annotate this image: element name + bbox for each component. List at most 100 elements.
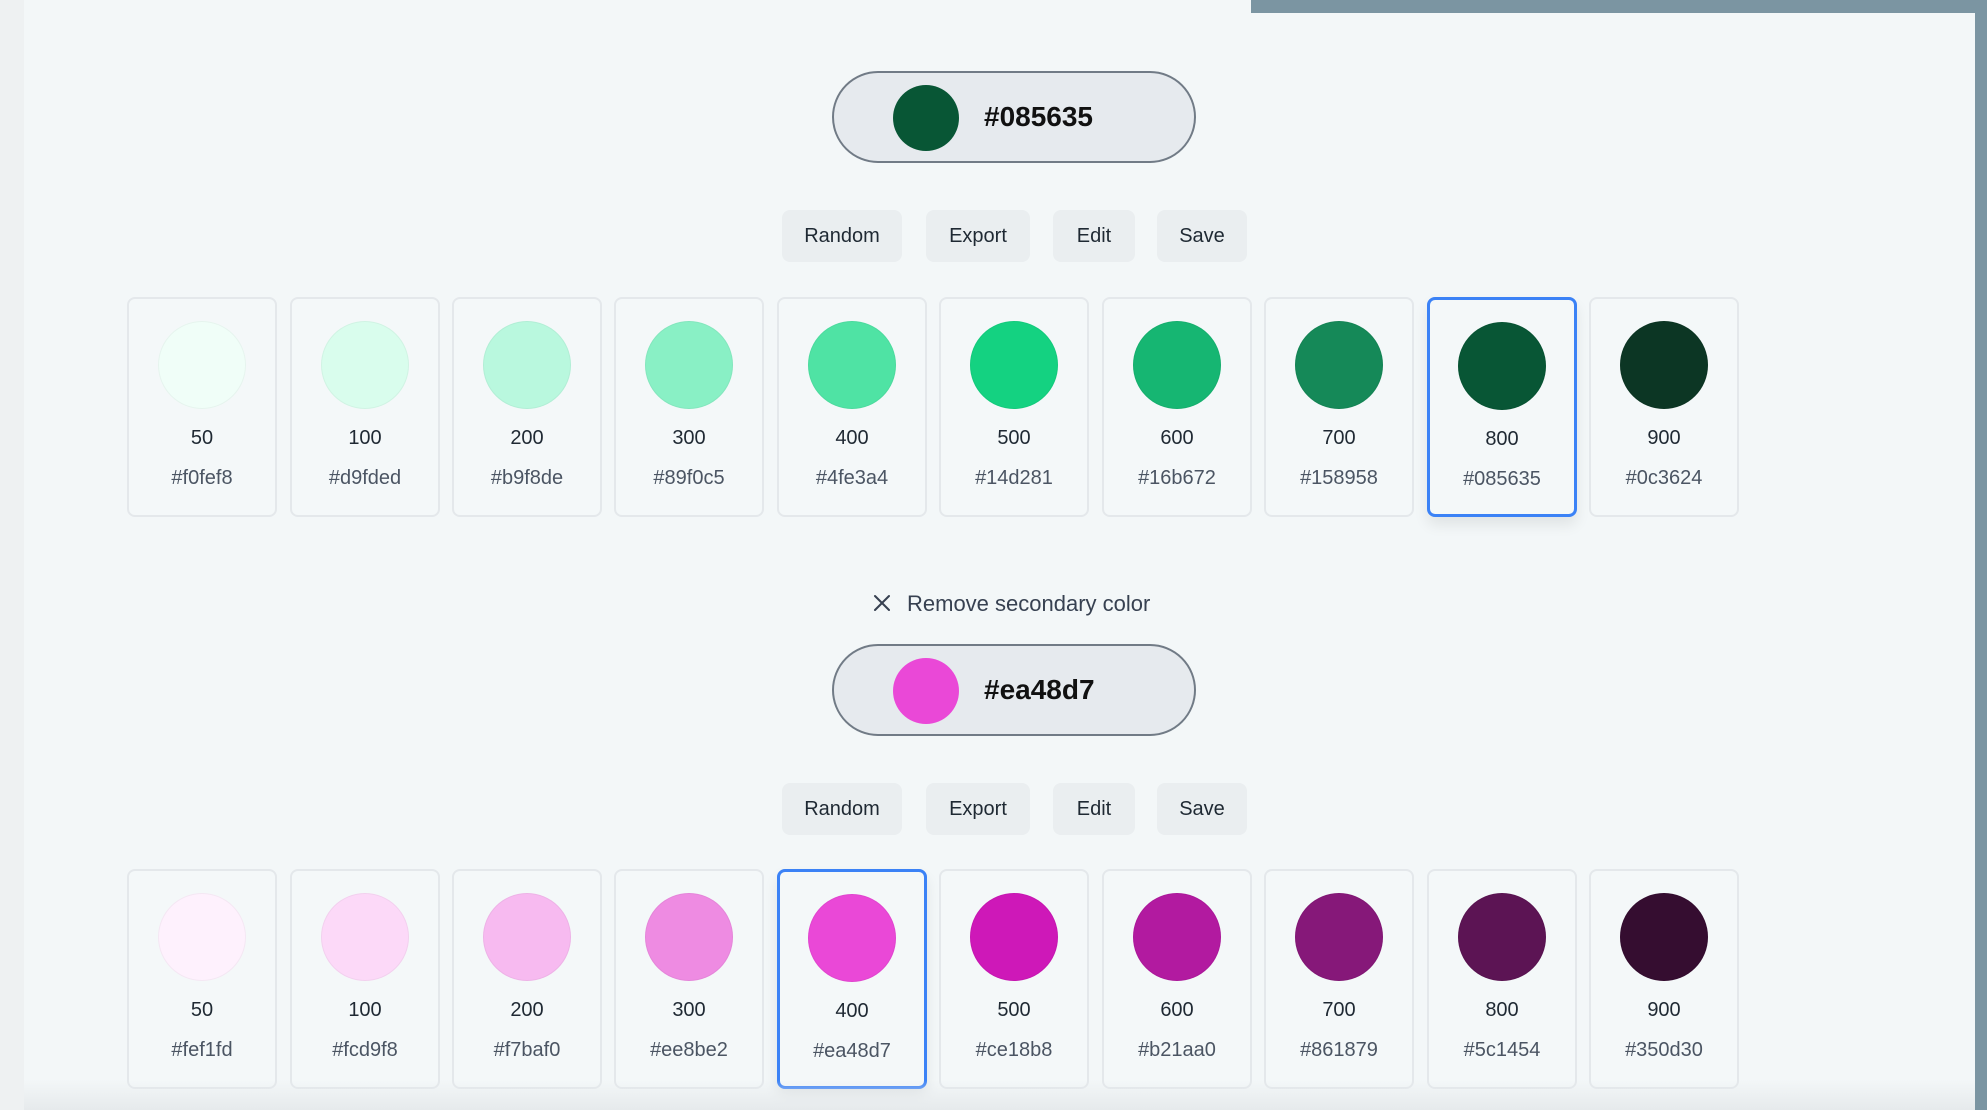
secondary-shade-hex: #fcd9f8	[332, 1039, 398, 1061]
primary-shade-swatch	[970, 321, 1058, 409]
secondary-shade-swatch	[1295, 893, 1383, 981]
secondary-shade-swatch	[483, 893, 571, 981]
primary-export-button[interactable]: Export	[926, 210, 1030, 262]
primary-shade-list: 50 #f0fef8 100 #d9fded 200 #b9f8de 300 #89f0c5 4…	[0, 297, 1987, 519]
primary-shade-600[interactable]: 600 #16b672	[1102, 297, 1252, 517]
primary-shade-100[interactable]: 100 #d9fded	[290, 297, 440, 517]
primary-color-swatch	[893, 85, 959, 151]
primary-edit-button[interactable]: Edit	[1053, 210, 1135, 262]
primary-shade-swatch	[1458, 322, 1546, 410]
secondary-shade-hex: #ea48d7	[813, 1040, 891, 1062]
secondary-shade-hex: #350d30	[1625, 1039, 1703, 1061]
primary-shade-weight: 500	[997, 427, 1031, 449]
primary-shade-swatch	[321, 321, 409, 409]
primary-shade-weight: 50	[190, 427, 214, 449]
secondary-shade-swatch	[808, 894, 896, 982]
secondary-shade-700[interactable]: 700 #861879	[1264, 869, 1414, 1089]
primary-shade-weight: 200	[510, 427, 544, 449]
secondary-shade-hex: #ee8be2	[650, 1039, 728, 1061]
secondary-shade-weight: 100	[348, 999, 382, 1021]
primary-shade-700[interactable]: 700 #158958	[1264, 297, 1414, 517]
primary-save-button[interactable]: Save	[1157, 210, 1247, 262]
primary-shade-weight: 600	[1160, 427, 1194, 449]
primary-shade-hex: #89f0c5	[653, 467, 725, 489]
secondary-shade-hex: #f7baf0	[493, 1039, 561, 1061]
primary-shade-hex: #14d281	[975, 467, 1053, 489]
primary-shade-swatch	[1620, 321, 1708, 409]
primary-shade-swatch	[1295, 321, 1383, 409]
primary-shade-hex: #f0fef8	[171, 467, 233, 489]
secondary-shade-swatch	[645, 893, 733, 981]
remove-secondary-label: Remove secondary color	[907, 591, 1151, 616]
secondary-shade-weight: 500	[997, 999, 1031, 1021]
secondary-shade-weight: 800	[1485, 999, 1519, 1021]
primary-shade-hex: #158958	[1300, 467, 1378, 489]
primary-shade-hex: #b9f8de	[490, 467, 564, 489]
bottom-shadow	[24, 1080, 1975, 1110]
secondary-shade-swatch	[321, 893, 409, 981]
secondary-random-button[interactable]: Random	[782, 783, 902, 835]
primary-shade-weight: 400	[835, 427, 869, 449]
secondary-shade-weight: 900	[1647, 999, 1681, 1021]
secondary-shade-swatch	[1133, 893, 1221, 981]
primary-shade-hex: #4fe3a4	[815, 467, 889, 489]
primary-actions: Random Export Edit Save	[0, 210, 1987, 262]
secondary-edit-button[interactable]: Edit	[1053, 783, 1135, 835]
secondary-shade-swatch	[1620, 893, 1708, 981]
primary-color-hex: #085635	[984, 101, 1094, 132]
secondary-color-hex: #ea48d7	[984, 674, 1095, 705]
primary-shade-swatch	[645, 321, 733, 409]
primary-shade-800[interactable]: 800 #085635	[1427, 297, 1577, 517]
primary-shade-weight: 300	[672, 427, 706, 449]
secondary-save-button[interactable]: Save	[1157, 783, 1247, 835]
secondary-color-swatch	[893, 658, 959, 724]
secondary-shade-weight: 200	[510, 999, 544, 1021]
primary-shade-swatch	[483, 321, 571, 409]
primary-shade-swatch	[158, 321, 246, 409]
primary-shade-400[interactable]: 400 #4fe3a4	[777, 297, 927, 517]
secondary-shade-weight: 400	[835, 1000, 869, 1022]
secondary-shade-weight: 50	[190, 999, 214, 1021]
primary-shade-weight: 100	[348, 427, 382, 449]
secondary-shade-100[interactable]: 100 #fcd9f8	[290, 869, 440, 1089]
primary-shade-weight: 700	[1322, 427, 1356, 449]
secondary-shade-600[interactable]: 600 #b21aa0	[1102, 869, 1252, 1089]
primary-shade-hex: #085635	[1463, 468, 1541, 490]
secondary-shade-hex: #ce18b8	[975, 1039, 1053, 1061]
secondary-shade-weight: 600	[1160, 999, 1194, 1021]
secondary-shade-swatch	[158, 893, 246, 981]
secondary-shade-800[interactable]: 800 #5c1454	[1427, 869, 1577, 1089]
secondary-actions: Random Export Edit Save	[0, 783, 1987, 835]
primary-shade-50[interactable]: 50 #f0fef8	[127, 297, 277, 517]
close-icon	[874, 595, 890, 611]
secondary-shade-900[interactable]: 900 #350d30	[1589, 869, 1739, 1089]
secondary-shade-300[interactable]: 300 #ee8be2	[614, 869, 764, 1089]
secondary-shade-list: 50 #fef1fd 100 #fcd9f8 200 #f7baf0 300 #ee8be2 4…	[0, 869, 1987, 1091]
secondary-color-picker[interactable]: #ea48d7	[832, 644, 1196, 736]
secondary-export-button[interactable]: Export	[926, 783, 1030, 835]
secondary-shade-hex: #5c1454	[1463, 1039, 1541, 1061]
primary-shade-weight: 800	[1485, 428, 1519, 450]
primary-shade-hex: #0c3624	[1625, 467, 1703, 489]
secondary-shade-400[interactable]: 400 #ea48d7	[777, 869, 927, 1089]
primary-shade-200[interactable]: 200 #b9f8de	[452, 297, 602, 517]
primary-shade-500[interactable]: 500 #14d281	[939, 297, 1089, 517]
secondary-shade-hex: #861879	[1300, 1039, 1378, 1061]
primary-shade-swatch	[1133, 321, 1221, 409]
secondary-shade-swatch	[1458, 893, 1546, 981]
primary-random-button[interactable]: Random	[782, 210, 902, 262]
secondary-shade-weight: 700	[1322, 999, 1356, 1021]
window-top-bar	[1251, 0, 1987, 13]
primary-color-picker[interactable]: #085635	[832, 71, 1196, 163]
secondary-shade-swatch	[970, 893, 1058, 981]
secondary-shade-hex: #b21aa0	[1138, 1039, 1216, 1061]
secondary-shade-weight: 300	[672, 999, 706, 1021]
secondary-shade-500[interactable]: 500 #ce18b8	[939, 869, 1089, 1089]
primary-shade-swatch	[808, 321, 896, 409]
secondary-shade-hex: #fef1fd	[171, 1039, 233, 1061]
primary-shade-300[interactable]: 300 #89f0c5	[614, 297, 764, 517]
secondary-shade-200[interactable]: 200 #f7baf0	[452, 869, 602, 1089]
primary-shade-weight: 900	[1647, 427, 1681, 449]
primary-shade-900[interactable]: 900 #0c3624	[1589, 297, 1739, 517]
secondary-shade-50[interactable]: 50 #fef1fd	[127, 869, 277, 1089]
